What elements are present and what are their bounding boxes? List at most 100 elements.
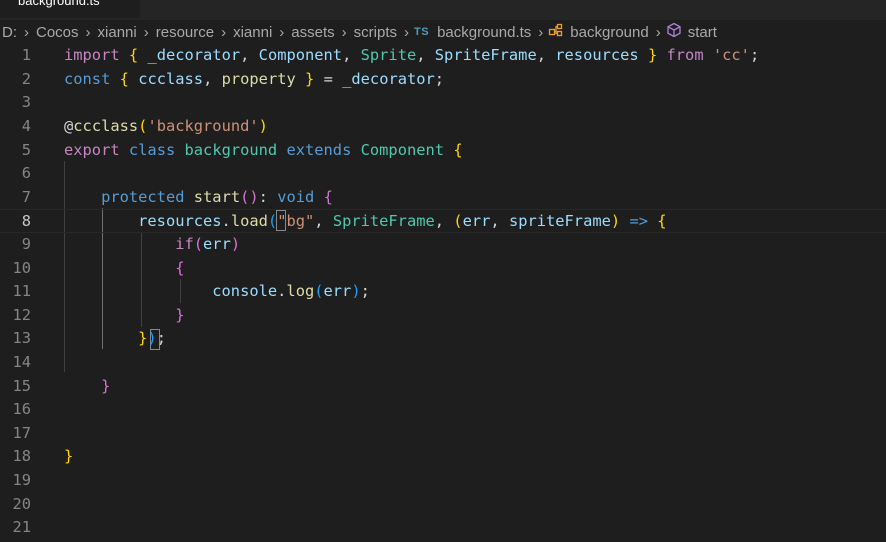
- code-line[interactable]: 20: [0, 493, 886, 517]
- code-text: import { _decorator, Component, Sprite, …: [64, 44, 759, 68]
- breadcrumb-item-drive[interactable]: D:: [0, 24, 19, 41]
- breadcrumb-item-class[interactable]: background: [568, 24, 650, 41]
- breadcrumb-item-method[interactable]: start: [686, 24, 719, 41]
- code-token: =>: [629, 212, 648, 231]
- line-number: 3: [21, 93, 31, 112]
- code-token: "bg": [277, 212, 315, 231]
- code-token: spriteFrame: [508, 212, 611, 231]
- code-line[interactable]: 4 @ccclass('background'): [0, 115, 886, 139]
- code-token: ,: [490, 212, 509, 231]
- breadcrumb-item-assets[interactable]: assets: [289, 24, 336, 41]
- typescript-file-icon: TS: [414, 26, 430, 38]
- method-symbol-icon: [666, 22, 682, 42]
- code-token: log: [286, 282, 315, 301]
- breadcrumb-item-file[interactable]: background.ts: [435, 24, 533, 41]
- code-token: (: [314, 282, 324, 301]
- code-line[interactable]: 6: [0, 162, 886, 186]
- code-token: Component: [258, 46, 343, 65]
- code-line[interactable]: 8 resources.load("bg", SpriteFrame, (err…: [0, 209, 886, 233]
- code-token: }: [305, 69, 315, 88]
- code-line[interactable]: 15 }: [0, 375, 886, 399]
- code-line[interactable]: 7 protected start(): void {: [0, 186, 886, 210]
- code-token: protected: [101, 187, 185, 206]
- code-token: console: [212, 282, 278, 301]
- code-token: ,: [314, 212, 333, 231]
- code-editor[interactable]: 1 import { _decorator, Component, Sprite,…: [0, 44, 886, 542]
- code-line[interactable]: 12 }: [0, 304, 886, 328]
- code-line[interactable]: 11 console.log(err);: [0, 280, 886, 304]
- code-line[interactable]: 21: [0, 516, 886, 540]
- code-text: {: [64, 257, 184, 281]
- code-line[interactable]: 19: [0, 469, 886, 493]
- line-number: 16: [12, 400, 31, 419]
- code-token: import: [64, 46, 120, 65]
- code-line[interactable]: 9 if(err): [0, 233, 886, 257]
- code-token: _decorator: [147, 46, 241, 65]
- code-token: }: [647, 46, 658, 65]
- breadcrumb-item-cocos[interactable]: Cocos: [34, 24, 81, 41]
- code-token: ;: [156, 329, 166, 348]
- code-line[interactable]: 16: [0, 398, 886, 422]
- line-number: 9: [21, 235, 31, 253]
- code-token: ): [147, 329, 157, 348]
- code-line[interactable]: 5 export class background extends Compone…: [0, 139, 886, 163]
- code-line[interactable]: 18}: [0, 445, 886, 469]
- code-text: });: [64, 327, 166, 351]
- code-text: protected start(): void {: [64, 186, 333, 210]
- line-number: 7: [21, 187, 31, 206]
- breadcrumb: D: › Cocos › xianni › resource › xianni …: [0, 20, 886, 44]
- code-line[interactable]: 1 import { _decorator, Component, Sprite,…: [0, 44, 886, 68]
- breadcrumb-item-xianni-sub[interactable]: xianni: [231, 24, 274, 41]
- code-token: ;: [360, 282, 370, 301]
- code-token: extends: [286, 140, 352, 159]
- code-token: resources: [555, 46, 639, 65]
- code-line[interactable]: 2 const { ccclass, property } = _decorato…: [0, 68, 886, 92]
- code-line[interactable]: 10 {: [0, 257, 886, 281]
- breadcrumb-item-scripts[interactable]: scripts: [352, 24, 399, 41]
- breadcrumb-item-resource[interactable]: resource: [154, 24, 216, 41]
- code-text: resources.load("bg", SpriteFrame, (err, …: [64, 210, 666, 234]
- line-number: 1: [21, 46, 31, 65]
- code-token: ): [351, 282, 361, 301]
- code-token: err: [462, 212, 491, 231]
- code-token: err: [323, 282, 352, 301]
- code-token: export: [64, 140, 120, 159]
- code-token: property: [221, 69, 296, 88]
- code-token: }: [101, 376, 111, 395]
- chevron-right-icon: ›: [404, 23, 409, 41]
- line-number: 4: [21, 117, 31, 135]
- code-line[interactable]: 3: [0, 91, 886, 115]
- editor-tab-strip: background.ts: [0, 0, 886, 20]
- code-line[interactable]: 17: [0, 422, 886, 446]
- code-token: SpriteFrame: [434, 46, 537, 65]
- code-token: {: [128, 46, 139, 65]
- code-editor-window: background.ts D: › Cocos › xianni › reso…: [0, 0, 886, 542]
- code-token: ,: [536, 46, 556, 65]
- code-line[interactable]: 14: [0, 351, 886, 375]
- code-token: }: [64, 447, 74, 466]
- tab-background-ts[interactable]: background.ts: [0, 0, 140, 18]
- line-number: 13: [12, 329, 31, 348]
- code-line[interactable]: 13 });: [0, 327, 886, 351]
- line-number: 21: [12, 518, 31, 537]
- code-token: const: [64, 69, 111, 88]
- line-number: 8: [21, 212, 31, 231]
- code-token: ccclass: [138, 69, 204, 88]
- code-token: resources: [138, 212, 222, 231]
- code-token: ,: [434, 212, 454, 231]
- line-number: 20: [12, 494, 31, 513]
- breadcrumb-item-xianni[interactable]: xianni: [96, 24, 139, 41]
- code-token: ,: [203, 69, 222, 88]
